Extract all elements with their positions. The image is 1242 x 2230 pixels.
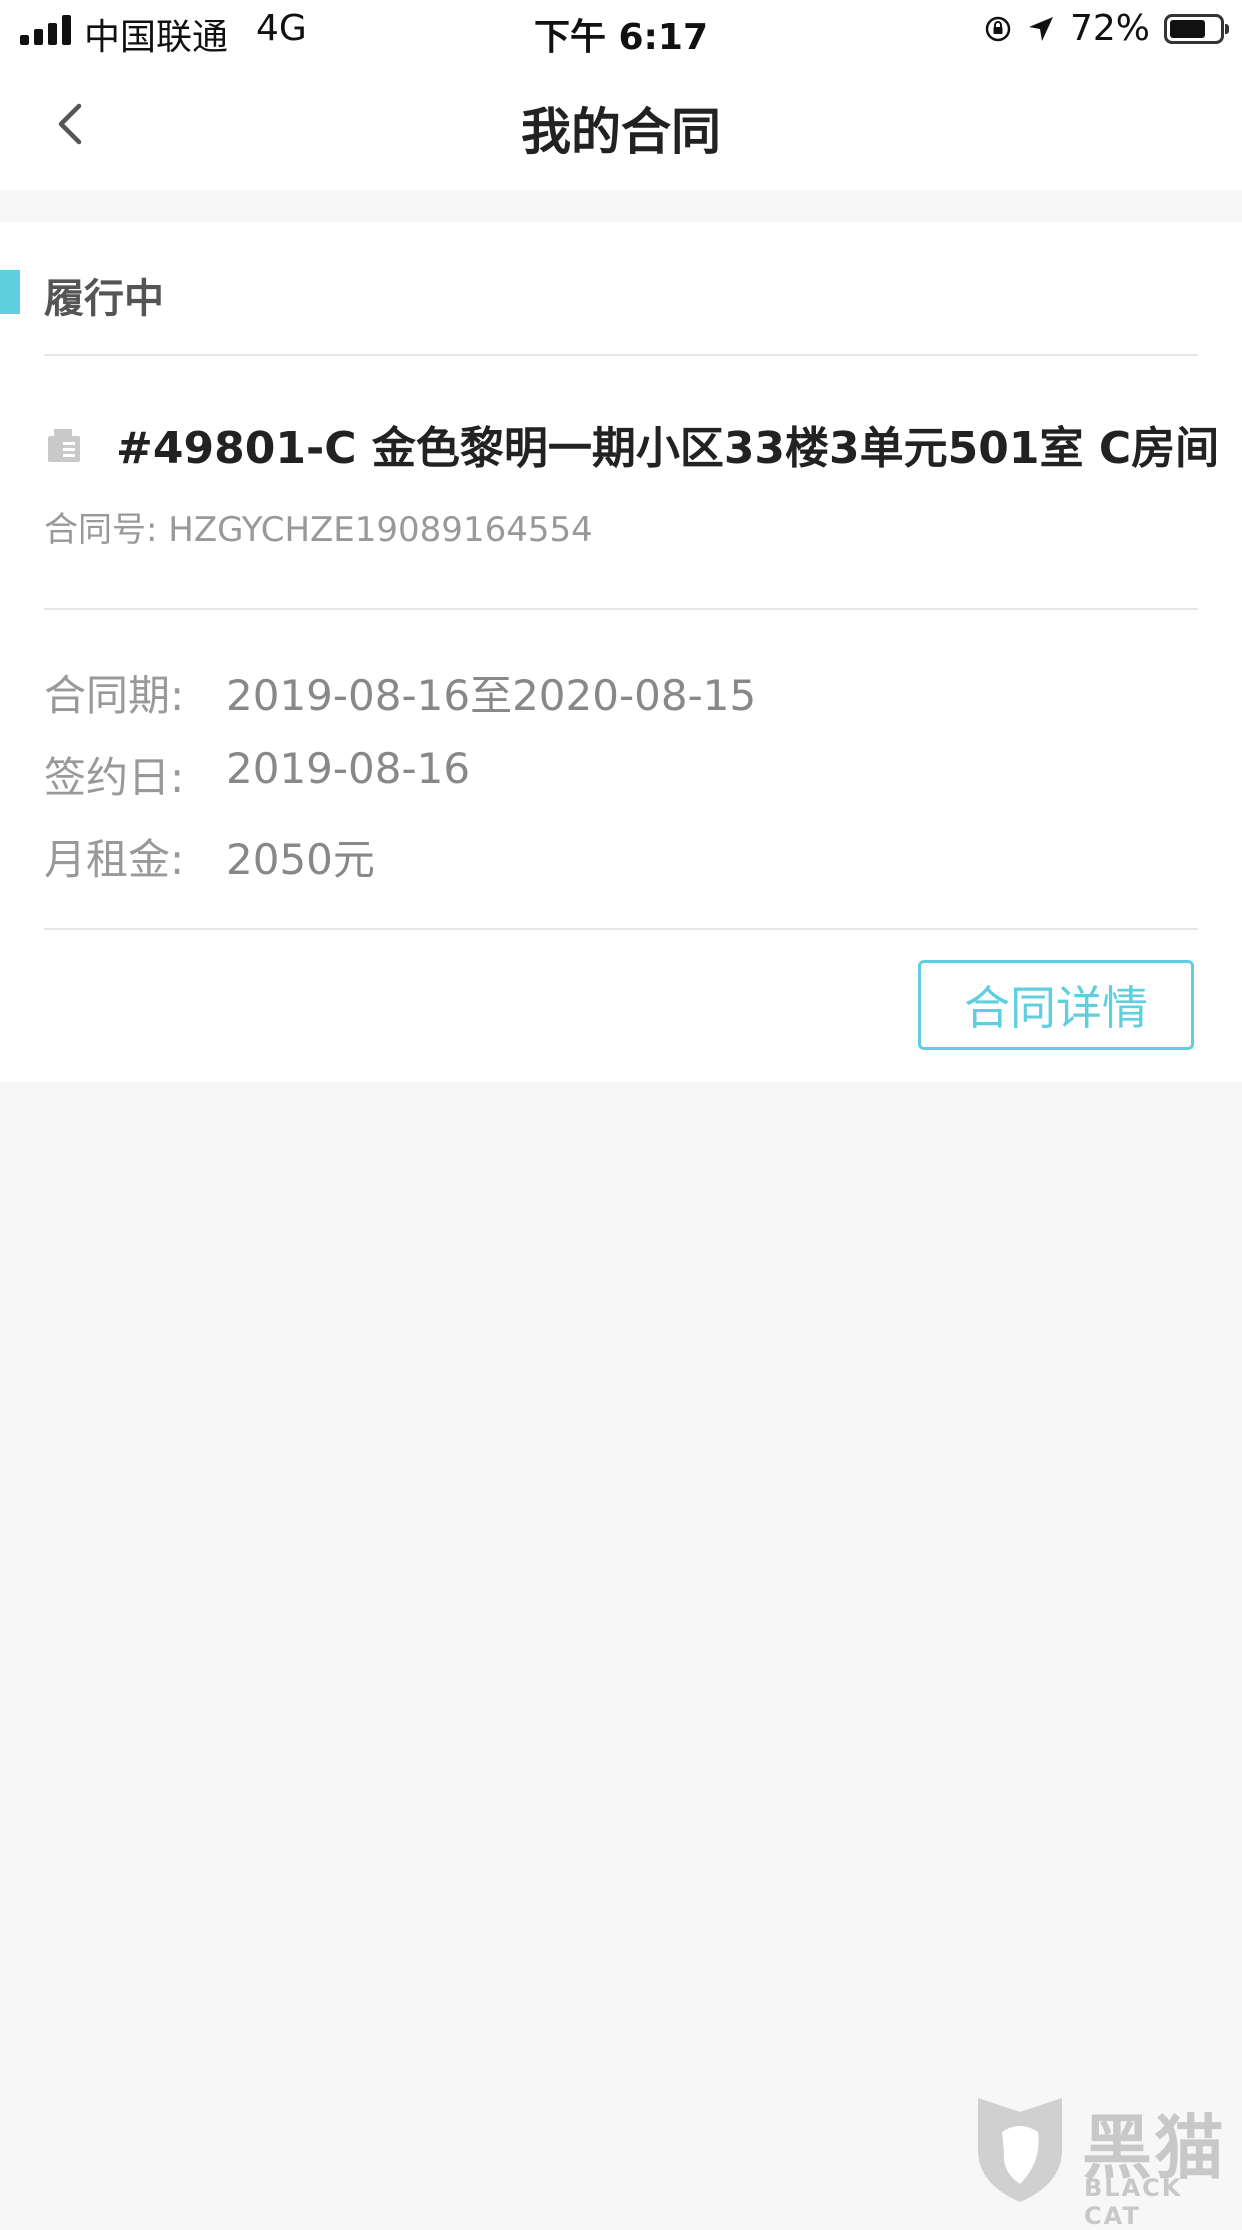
divider bbox=[44, 354, 1198, 356]
sign-date-label: 签约日: bbox=[44, 753, 185, 802]
contract-number-label: 合同号: bbox=[44, 510, 158, 550]
rotation-lock-icon bbox=[985, 16, 1011, 41]
monthly-rent-value: 2050元 bbox=[226, 835, 375, 884]
status-header: 履行中 bbox=[0, 270, 1242, 322]
sign-date-value: 2019-08-16 bbox=[226, 744, 471, 793]
status-accent-bar bbox=[0, 270, 20, 314]
sign-date-row: 签约日: 2019-08-16 bbox=[44, 744, 470, 805]
location-arrow-icon bbox=[1028, 16, 1053, 41]
contract-number: 合同号: HZGYCHZE19089164554 bbox=[44, 502, 593, 551]
contract-period-row: 合同期: 2019-08-16至2020-08-15 bbox=[44, 662, 756, 723]
contract-period-value: 2019-08-16至2020-08-15 bbox=[226, 671, 757, 720]
divider bbox=[44, 928, 1198, 930]
monthly-rent-label: 月租金: bbox=[44, 835, 185, 884]
black-cat-logo-icon bbox=[978, 2098, 1062, 2202]
contract-detail-button[interactable]: 合同详情 bbox=[918, 960, 1194, 1050]
room-title: #49801-C 金色黎明一期小区33楼3单元501室 C房间 bbox=[116, 423, 1220, 474]
status-right: 72% bbox=[984, 8, 1229, 49]
page-title: 我的合同 bbox=[521, 103, 721, 161]
monthly-rent-row: 月租金: 2050元 bbox=[44, 826, 375, 887]
watermark-subtext: BLACK CAT bbox=[1084, 2174, 1183, 2230]
room-row: #49801-C 金色黎明一期小区33楼3单元501室 C房间 bbox=[44, 412, 1219, 476]
navigation-bar: 我的合同 bbox=[0, 62, 1242, 190]
watermark-logo: 黑猫 BLACK CAT bbox=[968, 2092, 1238, 2230]
battery-fill bbox=[1170, 19, 1205, 38]
contract-number-value: HZGYCHZE19089164554 bbox=[168, 510, 593, 550]
battery-percent: 72% bbox=[1069, 8, 1150, 49]
status-bar: 中国联通 4G 下午 6:17 72% bbox=[0, 0, 1242, 62]
contract-card: 履行中 #49801-C 金色黎明一期小区33楼3单元501室 C房间 合同号:… bbox=[0, 222, 1242, 1082]
building-icon bbox=[48, 429, 80, 462]
battery-icon bbox=[1164, 13, 1229, 44]
contract-period-label: 合同期: bbox=[44, 671, 185, 720]
contract-status: 履行中 bbox=[44, 276, 164, 322]
divider bbox=[44, 608, 1198, 610]
